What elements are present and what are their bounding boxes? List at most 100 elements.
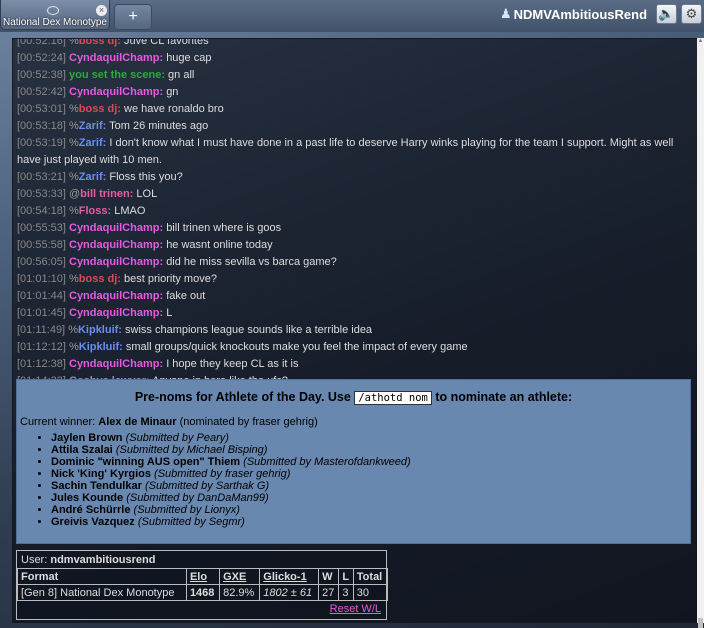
settings-button[interactable]: ⚙ [681, 4, 702, 24]
timestamp: [01:01:45] [17, 307, 66, 319]
new-tab-button[interactable]: + [114, 4, 152, 30]
username-link[interactable]: boss dj: [79, 39, 121, 47]
ladder-stats: User: ndmvambitiousrend Format Elo GXE G… [16, 550, 389, 620]
user-rank: % [69, 273, 79, 285]
username-link[interactable]: Zarif: [79, 171, 107, 183]
chat-message: [00:52:42] CyndaquilChamp: gn [17, 84, 693, 101]
timestamp: [00:53:19] [17, 137, 66, 149]
nominee-submitter: (Submitted by Masterofdankweed) [243, 456, 411, 468]
scroll-up-icon[interactable]: ▲ [697, 38, 704, 46]
timestamp: [00:53:33] [17, 188, 66, 200]
th-glicko: Glicko-1 [259, 568, 320, 585]
chat-message: [01:11:49] %Kipkluif: swiss champions le… [17, 322, 693, 339]
announcement-title: Pre-noms for Athlete of the Day. Use /at… [134, 390, 573, 405]
sound-button[interactable]: 🔈 [656, 4, 677, 24]
nominee-item: Nick 'King' Kyrgios (Submitted by fraser… [51, 468, 411, 480]
user-rank: % [69, 120, 79, 132]
nominee-item: Jules Kounde (Submitted by DanDaMan99) [51, 492, 411, 504]
close-icon[interactable]: × [96, 5, 107, 16]
stats-user: User: ndmvambitiousrend [21, 554, 156, 566]
nominee-list: Jaylen Brown (Submitted by Peary)Attila … [17, 432, 411, 528]
th-l: L [338, 568, 354, 585]
username[interactable]: NDMVAmbitiousRend [514, 7, 647, 22]
timestamp: [01:01:10] [17, 273, 66, 285]
scrollbar[interactable]: ▲ [697, 38, 704, 628]
th-format: Format [17, 568, 187, 585]
username-link[interactable]: CyndaquilChamp: [69, 239, 163, 251]
message-text: huge cap [166, 52, 212, 64]
chat-message: [00:55:58] CyndaquilChamp: he wasnt onli… [17, 237, 693, 254]
message-text: we have ronaldo bro [124, 103, 224, 115]
username-link[interactable]: CyndaquilChamp: [69, 86, 163, 98]
th-elo: Elo [185, 568, 221, 585]
message-text: LMAO [114, 205, 146, 217]
message-text: did he miss sevilla vs barca game? [166, 256, 337, 268]
username-link[interactable]: Kipkluif: [79, 341, 123, 353]
nominee-submitter: (Submitted by fraser gehrig) [154, 468, 291, 480]
username-link[interactable]: CyndaquilChamp: [69, 256, 163, 268]
username-link[interactable]: boss dj: [79, 103, 121, 115]
nominee-submitter: (Submitted by DanDaMan99) [126, 492, 269, 504]
username-link[interactable]: boss dj: [79, 273, 121, 285]
username-link[interactable]: CyndaquilChamp: [69, 307, 163, 319]
timestamp: [00:56:05] [17, 256, 66, 268]
message-text: Floss this you? [109, 171, 183, 183]
stats-table: Format Elo GXE Glicko-1 W L Total [Gen 8… [17, 568, 389, 601]
nominee-item: Jaylen Brown (Submitted by Peary) [51, 432, 411, 444]
room-tab[interactable]: National Dex Monotype × [0, 0, 110, 30]
reset-wl-link[interactable]: Reset W/L [330, 603, 381, 615]
cell-elo: 1468 [185, 584, 221, 601]
timestamp: [00:52:24] [17, 52, 66, 64]
username-link[interactable]: Zarif: [79, 120, 107, 132]
chat-message: [00:53:01] %boss dj: we have ronaldo bro [17, 101, 693, 118]
message-text: L [166, 307, 173, 319]
cell-glicko: 1802 ± 61 [259, 584, 320, 601]
timestamp: [01:12:38] [17, 358, 66, 370]
chat-message: [00:52:24] CyndaquilChamp: huge cap [17, 50, 693, 67]
chat-message: [01:12:12] %Kipkluif: small groups/quick… [17, 339, 693, 356]
nominee-name: André Schürrle [51, 504, 131, 516]
nominee-name: Attila Szalai [51, 444, 113, 456]
username-link[interactable]: CyndaquilChamp: [69, 52, 163, 64]
th-total: Total [352, 568, 389, 585]
timestamp: [00:52:38] [17, 69, 66, 81]
nominee-submitter: (Submitted by Segmr) [137, 516, 245, 528]
th-gxe: GXE [219, 568, 261, 585]
chat-message: [00:54:18] %Floss: LMAO [17, 203, 693, 220]
username-link[interactable]: bill trinen: [80, 188, 133, 200]
message-text: I don't know what I must have done in a … [17, 137, 674, 166]
timestamp: [00:55:58] [17, 239, 66, 251]
nominee-name: Jaylen Brown [51, 432, 123, 444]
scroll-thumb[interactable] [698, 618, 703, 628]
user-menu[interactable]: ♟ NDMVAmbitiousRend [500, 5, 647, 23]
username-link[interactable]: CyndaquilChamp: [69, 358, 163, 370]
chat-message: [00:53:19] %Zarif: I don't know what I m… [17, 135, 693, 169]
chat-message: [01:12:38] CyndaquilChamp: I hope they k… [17, 356, 693, 373]
message-text: bill trinen where is goos [166, 222, 282, 234]
username-link[interactable]: Kipkluif: [78, 324, 122, 336]
nominee-name: Sachin Tendulkar [51, 480, 142, 492]
chat-icon [47, 6, 59, 15]
chat-message: [01:01:44] CyndaquilChamp: fake out [17, 288, 693, 305]
username-link[interactable]: you set the scene: [69, 69, 165, 81]
chat-log[interactable]: [00:52:16] %boss dj: Juve CL favorites [0… [12, 38, 698, 623]
username-link[interactable]: Floss: [79, 205, 111, 217]
username-link[interactable]: CyndaquilChamp: [69, 222, 163, 234]
table-row: [Gen 8] National Dex Monotype 1468 82.9%… [17, 584, 389, 601]
timestamp: [01:12:12] [17, 341, 66, 353]
user-rank: % [69, 38, 79, 47]
nominee-item: Sachin Tendulkar (Submitted by Sarthak G… [51, 480, 411, 492]
header-bar: National Dex Monotype × + ♟ NDMVAmbitiou… [0, 0, 704, 32]
message-text: small groups/quick knockouts make you fe… [125, 341, 468, 353]
nominee-submitter: (Submitted by Peary) [125, 432, 229, 444]
nominee-name: Nick 'King' Kyrgios [51, 468, 151, 480]
user-rank: % [69, 103, 79, 115]
nominee-item: Greivis Vazquez (Submitted by Segmr) [51, 516, 411, 528]
username-link[interactable]: CyndaquilChamp: [69, 290, 163, 302]
cell-gxe: 82.9% [219, 584, 261, 601]
chat-message: [01:01:10] %boss dj: best priority move? [17, 271, 693, 288]
nominee-submitter: (Submitted by Michael Bisping) [115, 444, 268, 456]
timestamp: [01:11:49] [17, 324, 66, 336]
cell-format: [Gen 8] National Dex Monotype [17, 584, 187, 601]
username-link[interactable]: Zarif: [79, 137, 107, 149]
